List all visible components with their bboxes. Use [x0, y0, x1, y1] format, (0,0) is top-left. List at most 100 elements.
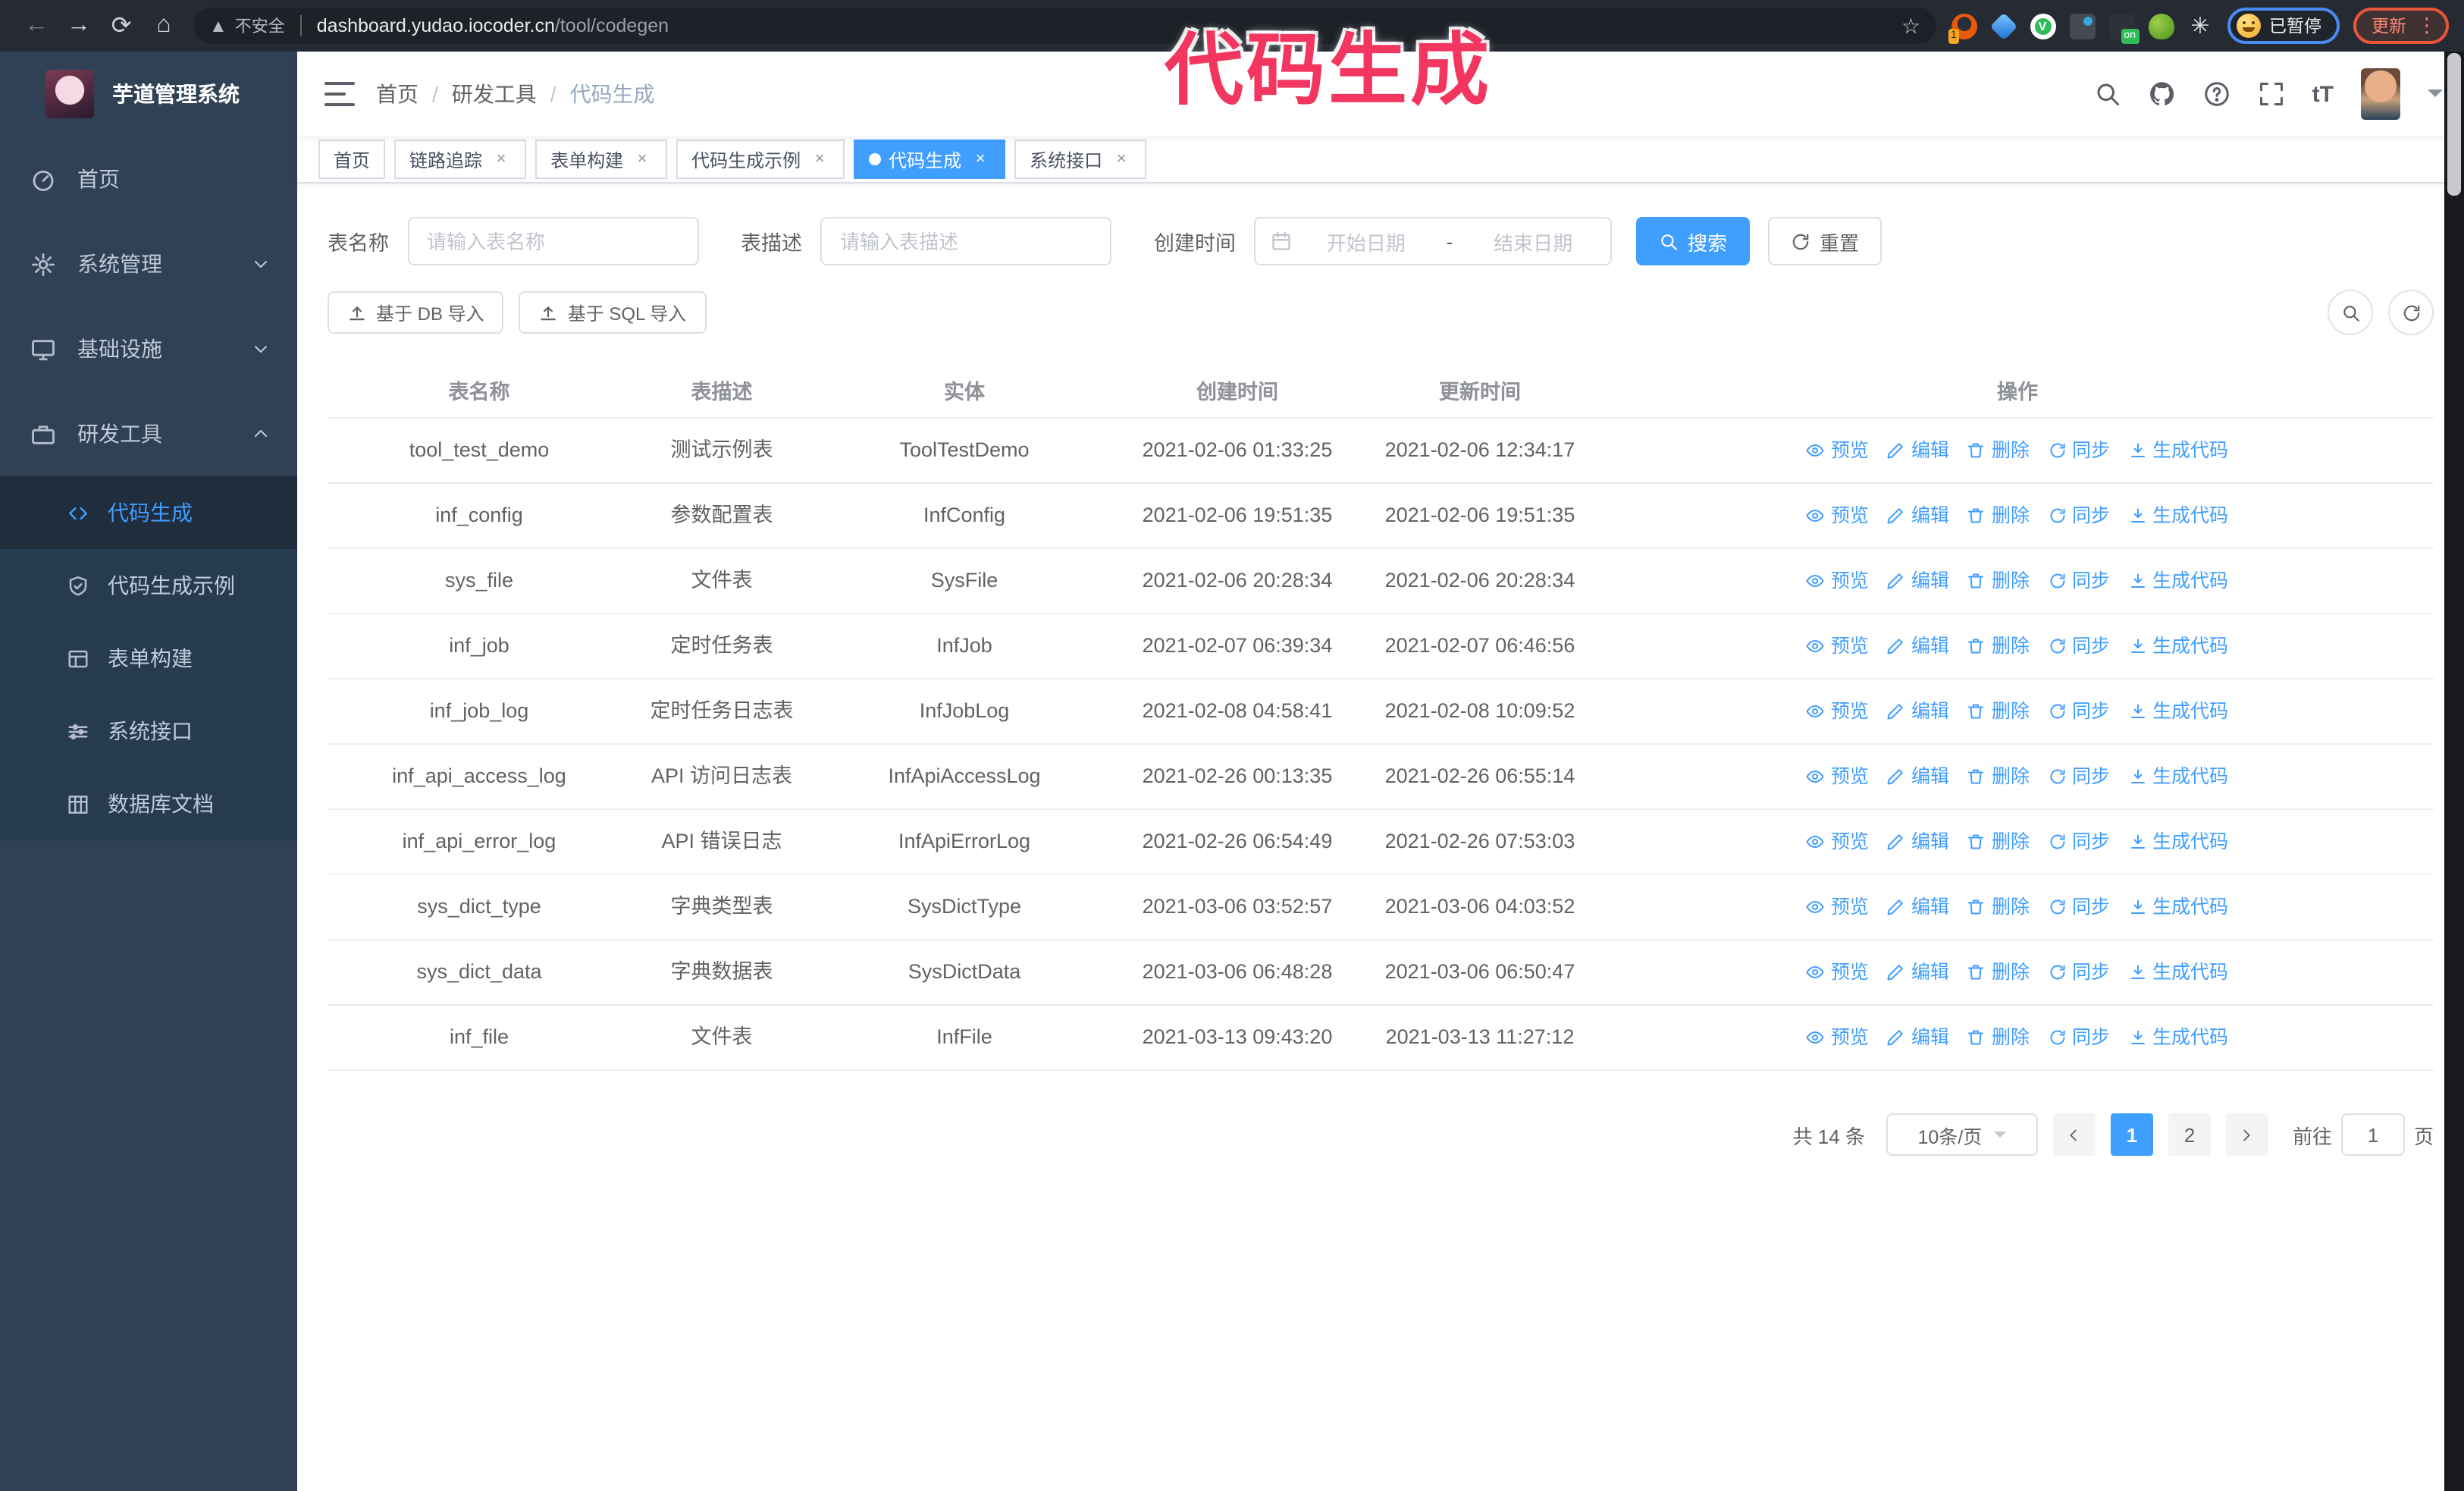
preview-link[interactable]: 预览 [1807, 434, 1869, 467]
sidebar-item-infra[interactable]: 基础设施 [0, 306, 297, 391]
preview-link[interactable]: 预览 [1807, 1021, 1869, 1054]
preview-link[interactable]: 预览 [1807, 825, 1869, 859]
delete-link[interactable]: 删除 [1967, 1021, 2030, 1054]
sync-link[interactable]: 同步 [2048, 695, 2110, 728]
edit-link[interactable]: 编辑 [1887, 629, 1949, 663]
sync-link[interactable]: 同步 [2048, 956, 2110, 989]
edit-link[interactable]: 编辑 [1887, 564, 1949, 598]
generate-code-link[interactable]: 生成代码 [2128, 956, 2228, 989]
close-icon[interactable]: × [491, 149, 511, 169]
sync-link[interactable]: 同步 [2048, 1021, 2110, 1054]
extension-icon-v[interactable]: V [2030, 13, 2055, 39]
profile-paused-chip[interactable]: 已暂停 [2227, 8, 2340, 44]
import-db-button[interactable]: 基于 DB 导入 [328, 291, 504, 334]
browser-back-icon[interactable]: ← [15, 5, 58, 47]
sidebar-item-form-builder[interactable]: 表单构建 [0, 622, 297, 695]
page-button-2[interactable]: 2 [2168, 1113, 2211, 1156]
fullscreen-icon[interactable] [2258, 80, 2285, 108]
sidebar-logo-row[interactable]: 芋道管理系统 [0, 52, 297, 137]
sidebar-item-codegen[interactable]: 代码生成 [0, 476, 297, 549]
preview-link[interactable]: 预览 [1807, 760, 1869, 793]
help-icon[interactable] [2203, 80, 2230, 108]
generate-code-link[interactable]: 生成代码 [2128, 434, 2228, 467]
sidebar-item-system-api[interactable]: 系统接口 [0, 695, 297, 767]
generate-code-link[interactable]: 生成代码 [2128, 890, 2228, 924]
bookmark-star-icon[interactable]: ☆ [1901, 13, 1920, 39]
edit-link[interactable]: 编辑 [1887, 825, 1949, 859]
delete-link[interactable]: 删除 [1967, 695, 2030, 728]
table-desc-input[interactable] [820, 217, 1111, 265]
goto-page-input[interactable] [2340, 1113, 2405, 1156]
tab-codegen-demo[interactable]: 代码生成示例 × [676, 140, 845, 179]
sidebar-item-devtools[interactable]: 研发工具 [0, 391, 297, 476]
extension-icon-orange[interactable]: 1 [1948, 13, 1977, 43]
close-icon[interactable]: × [1111, 149, 1131, 169]
browser-update-button[interactable]: 更新 ⋮ [2353, 8, 2449, 44]
show-search-button[interactable] [2328, 290, 2373, 335]
extension-icon-dark[interactable]: on [2108, 13, 2139, 43]
sync-link[interactable]: 同步 [2048, 890, 2110, 924]
sync-link[interactable]: 同步 [2048, 434, 2110, 467]
sync-link[interactable]: 同步 [2048, 629, 2110, 663]
generate-code-link[interactable]: 生成代码 [2128, 695, 2228, 728]
next-page-button[interactable] [2225, 1113, 2268, 1156]
generate-code-link[interactable]: 生成代码 [2128, 499, 2228, 532]
generate-code-link[interactable]: 生成代码 [2128, 1021, 2228, 1054]
delete-link[interactable]: 删除 [1967, 629, 2030, 663]
browser-menu-kebab-icon[interactable]: ⋮ [2417, 14, 2437, 38]
sync-link[interactable]: 同步 [2048, 760, 2110, 793]
extension-icon-gem[interactable] [1989, 11, 2017, 40]
generate-code-link[interactable]: 生成代码 [2128, 564, 2228, 598]
address-bar[interactable]: ▲ 不安全 dashboard.yudao.iocoder.cn/tool/co… [194, 8, 1936, 44]
delete-link[interactable]: 删除 [1967, 825, 2030, 859]
tab-form-builder[interactable]: 表单构建 × [535, 140, 668, 179]
preview-link[interactable]: 预览 [1807, 956, 1869, 989]
extensions-puzzle-icon[interactable]: ✳ [2187, 13, 2213, 39]
delete-link[interactable]: 删除 [1967, 499, 2030, 532]
breadcrumb-devtools[interactable]: 研发工具 [452, 79, 537, 109]
font-size-icon[interactable]: tT [2312, 81, 2334, 107]
preview-link[interactable]: 预览 [1807, 890, 1869, 924]
page-size-select[interactable]: 10条/页 [1886, 1113, 2038, 1156]
table-name-input[interactable] [407, 217, 698, 265]
generate-code-link[interactable]: 生成代码 [2128, 825, 2228, 859]
close-icon[interactable]: × [810, 149, 829, 169]
browser-home-icon[interactable]: ⌂ [143, 5, 185, 47]
sidebar-item-system[interactable]: 系统管理 [0, 221, 297, 306]
search-button[interactable]: 搜索 [1636, 217, 1751, 265]
edit-link[interactable]: 编辑 [1887, 499, 1949, 532]
search-icon[interactable] [2094, 80, 2121, 108]
browser-reload-icon[interactable]: ⟳ [100, 5, 143, 47]
tab-system-api[interactable]: 系统接口 × [1014, 140, 1147, 179]
sidebar-item-codegen-demo[interactable]: 代码生成示例 [0, 549, 297, 622]
breadcrumb-home[interactable]: 首页 [376, 79, 419, 109]
reset-button[interactable]: 重置 [1768, 217, 1882, 265]
preview-link[interactable]: 预览 [1807, 564, 1869, 598]
scrollbar-thumb[interactable] [2447, 53, 2461, 196]
browser-forward-icon[interactable]: → [58, 5, 100, 47]
delete-link[interactable]: 删除 [1967, 434, 2030, 467]
generate-code-link[interactable]: 生成代码 [2128, 629, 2228, 663]
refresh-table-button[interactable] [2388, 290, 2434, 335]
extension-icon-frog[interactable] [2148, 13, 2174, 39]
date-range-picker[interactable]: 开始日期 - 结束日期 [1254, 217, 1612, 265]
edit-link[interactable]: 编辑 [1887, 890, 1949, 924]
import-sql-button[interactable]: 基于 SQL 导入 [519, 291, 707, 334]
github-icon[interactable] [2149, 80, 2176, 108]
sidebar-item-db-doc[interactable]: 数据库文档 [0, 767, 297, 840]
delete-link[interactable]: 删除 [1967, 890, 2030, 924]
edit-link[interactable]: 编辑 [1887, 695, 1949, 728]
sync-link[interactable]: 同步 [2048, 825, 2110, 859]
edit-link[interactable]: 编辑 [1887, 956, 1949, 989]
close-icon[interactable]: × [632, 149, 652, 169]
edit-link[interactable]: 编辑 [1887, 760, 1949, 793]
preview-link[interactable]: 预览 [1807, 629, 1869, 663]
close-icon[interactable]: × [970, 149, 990, 169]
delete-link[interactable]: 删除 [1967, 564, 2030, 598]
sync-link[interactable]: 同步 [2048, 564, 2110, 598]
generate-code-link[interactable]: 生成代码 [2128, 760, 2228, 793]
delete-link[interactable]: 删除 [1967, 956, 2030, 989]
preview-link[interactable]: 预览 [1807, 695, 1869, 728]
tab-codegen[interactable]: 代码生成 × [854, 140, 1006, 179]
prev-page-button[interactable] [2052, 1113, 2096, 1156]
